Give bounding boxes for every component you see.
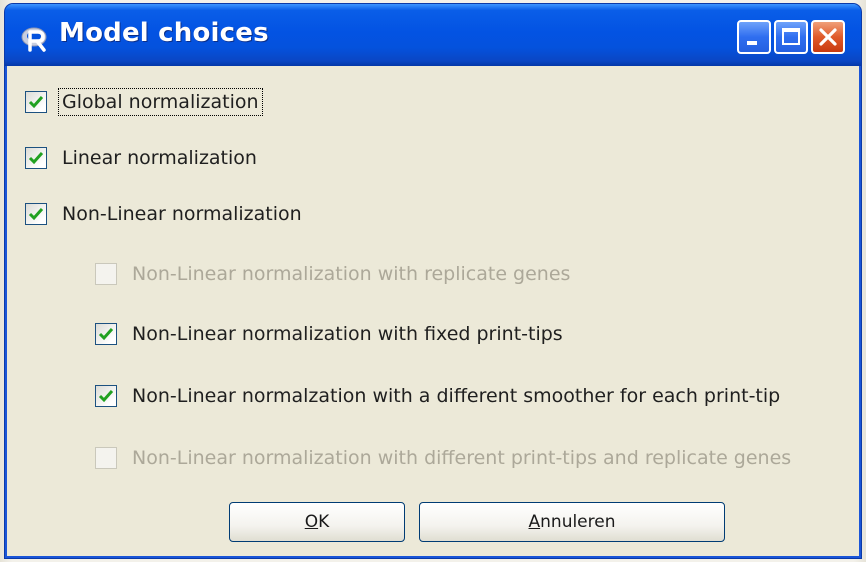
r-logo-icon bbox=[21, 24, 49, 52]
checkbox-linear-normalization[interactable] bbox=[25, 147, 47, 169]
option-non-linear-fixed-print-tips[interactable]: Non-Linear normalization with fixed prin… bbox=[95, 316, 566, 352]
checkbox-non-linear-different-print-tips-replicate bbox=[95, 447, 117, 469]
option-global-normalization[interactable]: Global normalization bbox=[25, 84, 263, 120]
option-non-linear-replicate-genes: Non-Linear normalization with replicate … bbox=[95, 256, 573, 292]
ok-button[interactable]: OK bbox=[229, 502, 405, 542]
maximize-icon bbox=[782, 28, 800, 45]
option-label: Non-Linear normalization with fixed prin… bbox=[132, 323, 563, 345]
close-button[interactable] bbox=[811, 20, 845, 54]
ok-label-rest: K bbox=[318, 512, 330, 532]
checkbox-non-linear-normalization[interactable] bbox=[25, 203, 47, 225]
option-label: Non-Linear normalization bbox=[62, 203, 302, 225]
ok-mnemonic: O bbox=[304, 512, 319, 532]
checkmark-icon bbox=[28, 152, 44, 165]
checkmark-icon bbox=[28, 96, 44, 109]
minimize-button[interactable] bbox=[737, 20, 771, 54]
checkbox-non-linear-replicate-genes bbox=[95, 263, 117, 285]
checkmark-icon bbox=[98, 390, 114, 403]
option-label: Global normalization bbox=[58, 88, 263, 116]
window-title: Model choices bbox=[59, 18, 269, 48]
checkbox-non-linear-fixed-print-tips[interactable] bbox=[95, 323, 117, 345]
option-non-linear-different-smoother[interactable]: Non-Linear normalzation with a different… bbox=[95, 378, 783, 414]
cancel-label-rest: nnuleren bbox=[540, 512, 616, 532]
option-label: Non-Linear normalization with different … bbox=[132, 447, 792, 469]
close-icon bbox=[819, 28, 837, 46]
screen-background: Model choices Global normalization Linea… bbox=[0, 0, 866, 562]
dialog-body: Global normalization Linear normalizatio… bbox=[7, 66, 859, 558]
checkmark-icon bbox=[98, 328, 114, 341]
option-label: Linear normalization bbox=[62, 147, 257, 169]
option-non-linear-normalization[interactable]: Non-Linear normalization bbox=[25, 196, 305, 232]
model-choices-dialog: Model choices Global normalization Linea… bbox=[5, 4, 861, 558]
maximize-button[interactable] bbox=[774, 20, 808, 54]
checkmark-icon bbox=[28, 208, 44, 221]
cancel-button[interactable]: Annuleren bbox=[419, 502, 725, 542]
checkbox-global-normalization[interactable] bbox=[25, 91, 47, 113]
checkbox-non-linear-different-smoother[interactable] bbox=[95, 385, 117, 407]
option-non-linear-different-print-tips-replicate: Non-Linear normalization with different … bbox=[95, 440, 794, 476]
option-label: Non-Linear normalization with replicate … bbox=[132, 263, 571, 285]
option-label: Non-Linear normalzation with a different… bbox=[132, 385, 781, 407]
title-bar[interactable]: Model choices bbox=[5, 4, 861, 66]
minimize-icon bbox=[747, 41, 757, 45]
option-linear-normalization[interactable]: Linear normalization bbox=[25, 140, 260, 176]
cancel-mnemonic: A bbox=[528, 512, 541, 532]
